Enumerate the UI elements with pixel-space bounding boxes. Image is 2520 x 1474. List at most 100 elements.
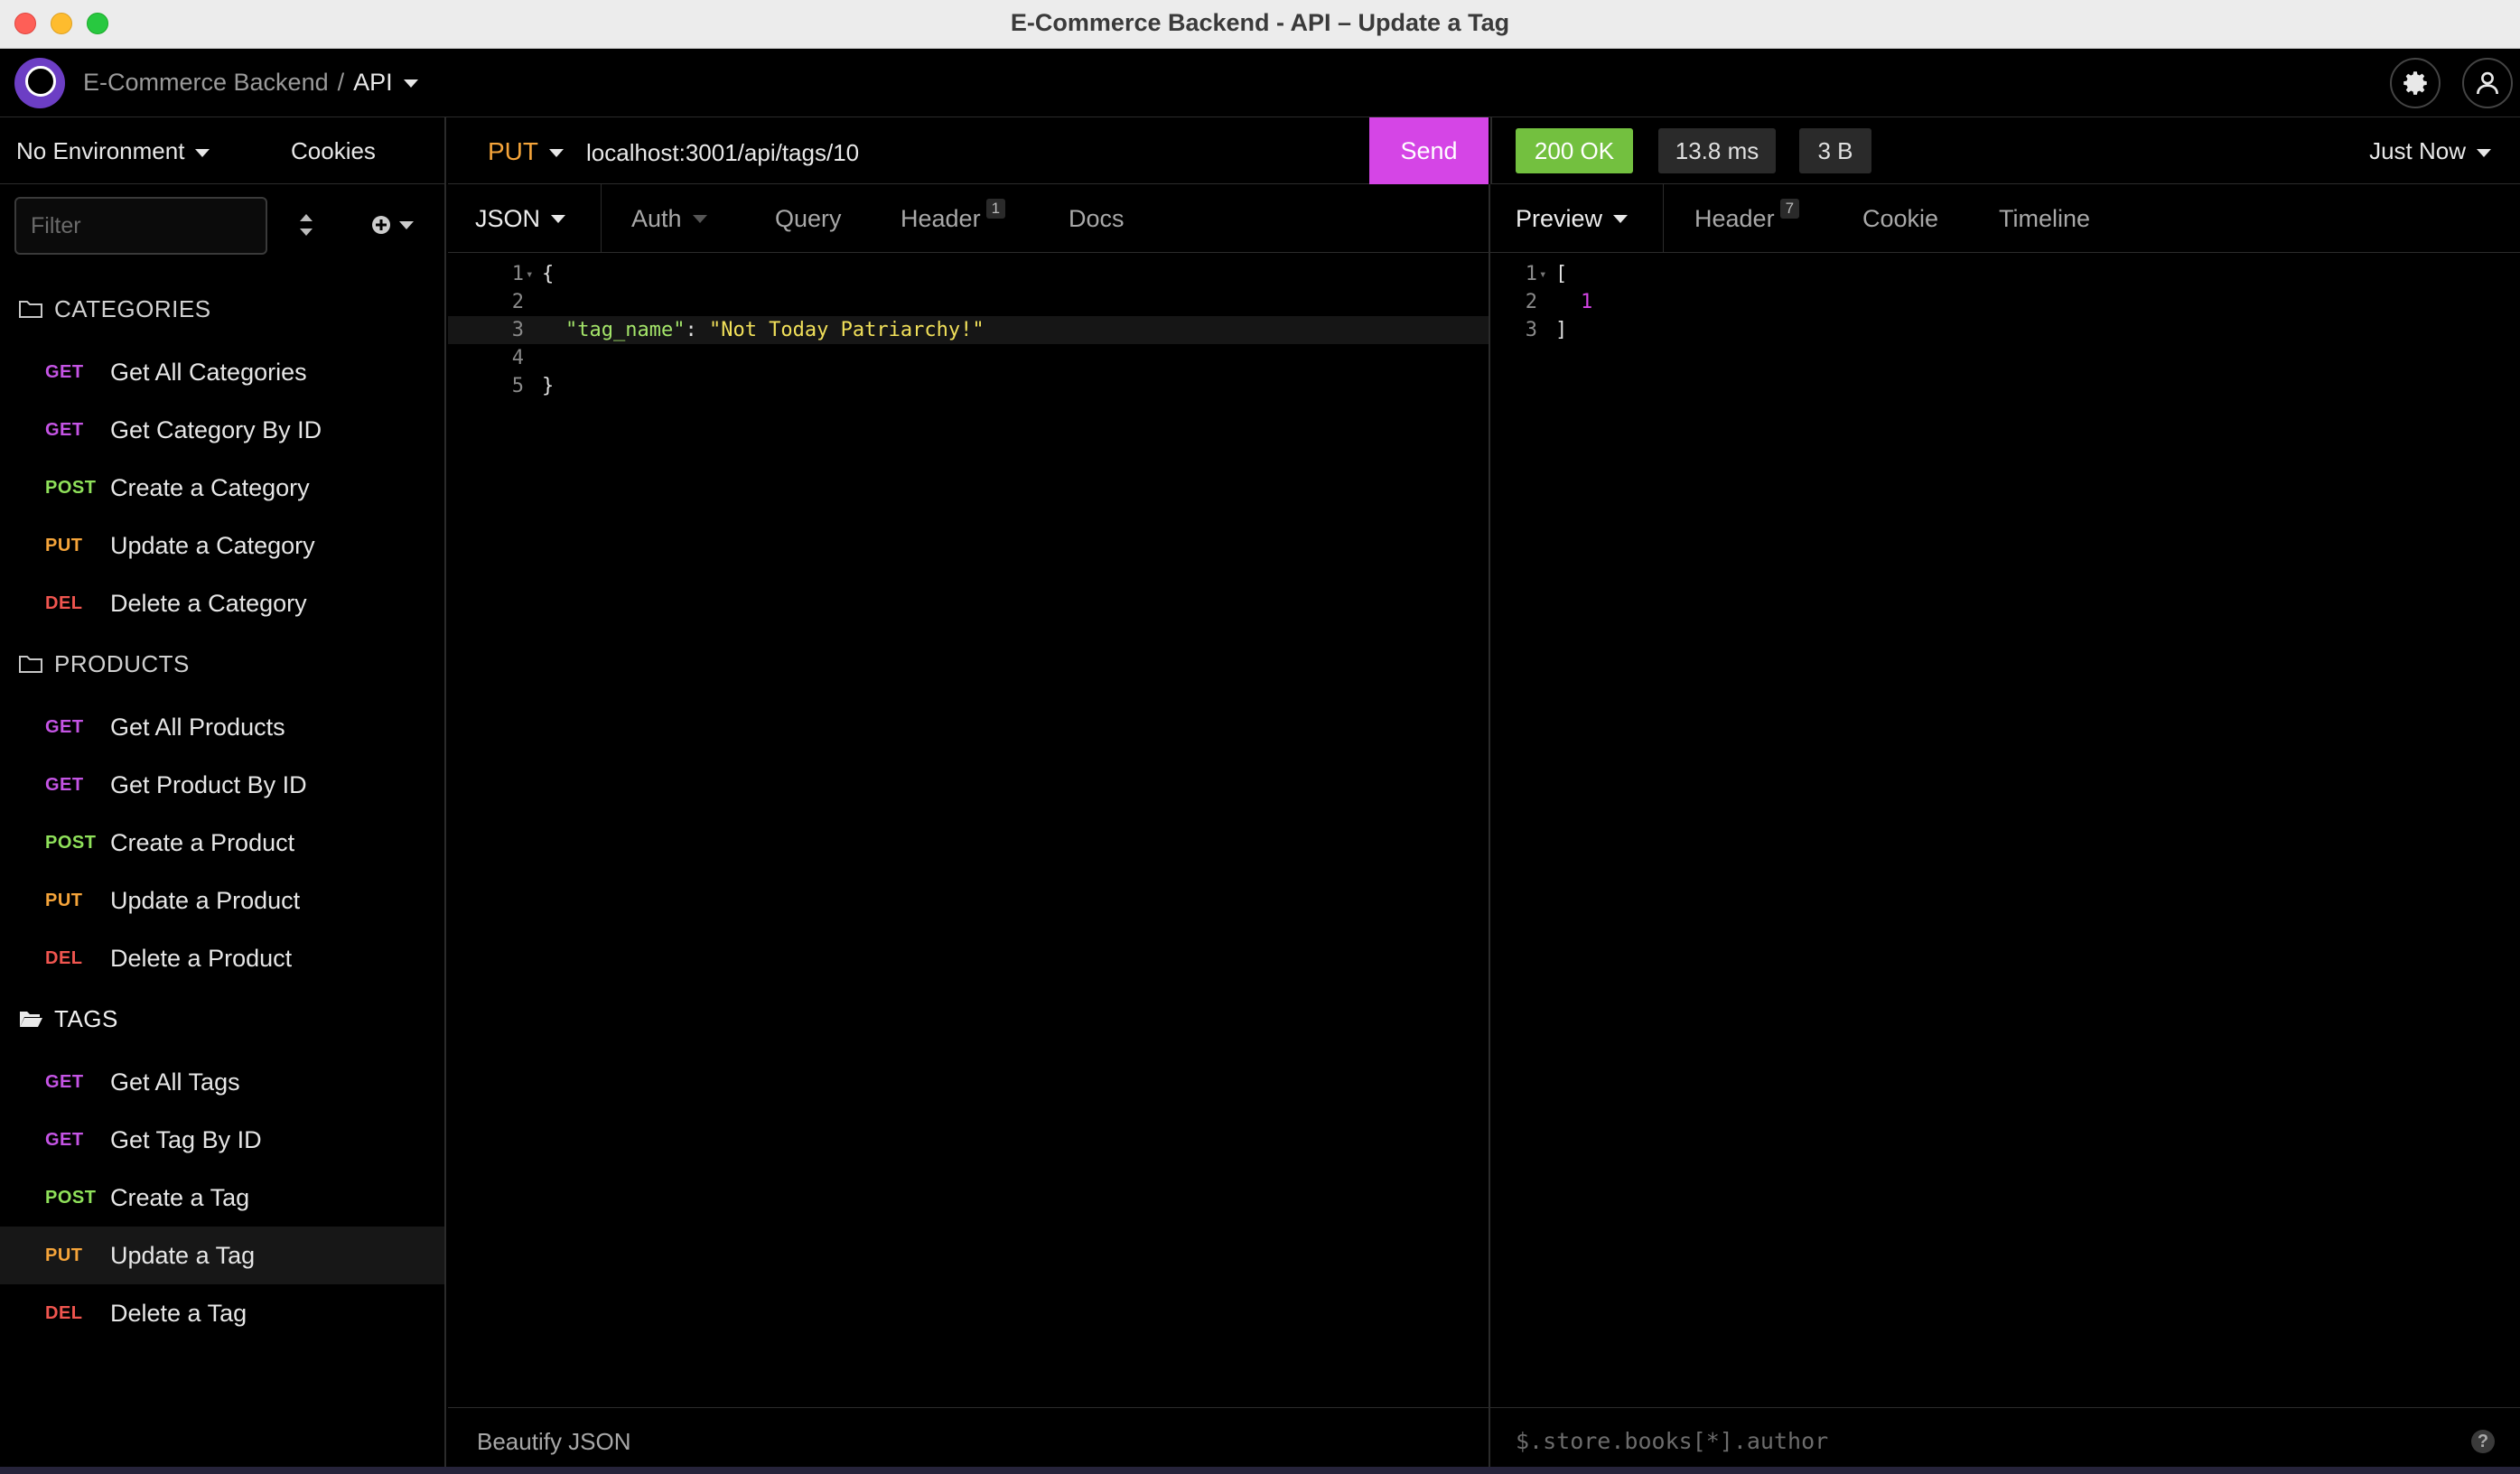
filter-row [0,184,446,275]
method-badge: DEL [45,592,83,613]
chevron-down-icon[interactable] [403,79,418,89]
tab-docs[interactable]: Docs [1069,184,1125,253]
method-badge: PUT [45,890,83,910]
tab-cookie[interactable]: Cookie [1862,184,1938,253]
method-badge: PUT [45,535,83,555]
chevron-down-icon [399,220,414,229]
request-name: Create a Product [110,828,295,856]
request-name: Get All Categories [110,358,307,386]
request-name: Delete a Product [110,944,293,972]
tab-header[interactable]: Header 1 [901,184,1006,253]
method-badge: PUT [45,1245,83,1265]
settings-button[interactable] [2390,58,2441,108]
send-button[interactable]: Send [1369,117,1489,184]
tab-label: Auth [631,204,682,232]
sidebar-request[interactable]: DEL Delete a Tag [0,1284,444,1342]
sidebar-filter-input[interactable] [14,197,267,255]
sidebar-request[interactable]: POST Create a Product [0,814,444,872]
sidebar-request[interactable]: GET Get All Products [0,698,444,756]
response-preview: 1 ▾[ 21 3] [1490,260,2520,1398]
breadcrumb-document[interactable]: API [353,69,393,96]
tab-query[interactable]: Query [775,184,842,253]
method-badge: GET [45,419,84,440]
method-badge: DEL [45,947,83,968]
sidebar-request[interactable]: DEL Delete a Category [0,574,444,632]
line-number: 3 [1525,319,1537,341]
sidebar-request[interactable]: DEL Delete a Product [0,929,444,987]
response-filter-input[interactable]: $.store.books[*].author [1516,1428,1828,1454]
response-bar: 200 OK 13.8 ms 3 B Just Now [1490,117,2520,184]
breadcrumb-project[interactable]: E-Commerce Backend [83,69,329,96]
code-line: 2 [448,288,1489,316]
add-request-button[interactable] [370,211,425,238]
chevron-down-icon [692,214,707,223]
tab-body[interactable]: JSON [448,184,602,253]
code-text: [ [1555,263,1568,285]
request-name: Create a Tag [110,1183,250,1211]
account-button[interactable] [2462,58,2513,108]
gear-icon [2403,71,2427,95]
sidebar-request[interactable]: POST Create a Tag [0,1169,444,1227]
sidebar-request[interactable]: GET Get All Categories [0,343,444,401]
method-badge: POST [45,1187,97,1208]
fold-icon[interactable]: ▾ [526,267,538,282]
sidebar-request-active[interactable]: PUT Update a Tag [0,1227,444,1284]
help-icon[interactable]: ? [2471,1430,2495,1453]
folder-products[interactable]: PRODUCTS [18,646,190,682]
folder-closed-icon [19,301,42,318]
code-line: 4 [448,344,1489,372]
tab-timeline[interactable]: Timeline [1999,184,2090,253]
app-logo-icon[interactable] [14,58,65,108]
tab-label: Header [1694,204,1775,232]
sidebar-request[interactable]: GET Get All Tags [0,1053,444,1111]
request-name: Update a Tag [110,1241,256,1269]
sort-button[interactable] [294,211,318,238]
method-badge: GET [45,1129,84,1150]
request-tabs: JSON Auth Query Header 1 Docs [448,184,1489,253]
sidebar-request[interactable]: GET Get Tag By ID [0,1111,444,1169]
sidebar-request[interactable]: PUT Update a Product [0,872,444,929]
request-name: Get All Products [110,713,285,741]
tab-auth[interactable]: Auth [631,184,707,253]
tab-response-header[interactable]: Header 7 [1694,184,1800,253]
line-number: 2 [511,291,524,313]
url-input[interactable]: localhost:3001/api/tags/10 [586,139,859,167]
window-titlebar: E-Commerce Backend - API – Update a Tag [0,0,2520,49]
code-line: 3] [1490,316,2520,344]
beautify-json-button[interactable]: Beautify JSON [477,1428,631,1456]
method-badge: DEL [45,1302,83,1323]
json-key: "tag_name" [565,319,686,341]
window-title: E-Commerce Backend - API – Update a Tag [1010,9,1510,36]
method-dropdown[interactable]: PUT [488,137,564,166]
folder-open-icon [20,1012,42,1027]
folder-tags[interactable]: TAGS [18,1001,118,1037]
request-body-editor[interactable]: 1 ▾ { 2 3 "tag_name": "Not Today Patriarchy… [448,260,1489,1398]
method-badge: GET [45,774,84,795]
response-time-badge: 13.8 ms [1658,128,1776,173]
app-header: E-Commerce Backend / API [0,49,2520,117]
tab-preview[interactable]: Preview [1490,184,1664,253]
request-name: Get Product By ID [110,770,307,798]
history-label: Just Now [2369,137,2466,164]
response-history-dropdown[interactable]: Just Now [2369,137,2491,165]
request-name: Create a Category [110,473,310,501]
method-badge: POST [45,832,97,853]
user-icon [2477,71,2498,95]
environment-dropdown[interactable]: No Environment [16,137,210,165]
method-badge: GET [45,716,84,737]
folder-categories[interactable]: CATEGORIES [18,291,211,327]
sidebar-request[interactable]: PUT Update a Category [0,517,444,574]
request-name: Get Tag By ID [110,1125,262,1153]
tab-label: Header [901,204,981,232]
code-text: { [542,263,555,285]
request-name: Update a Category [110,531,315,559]
cookies-button[interactable]: Cookies [291,137,376,165]
fold-icon[interactable]: ▾ [1539,267,1552,282]
request-name: Get Category By ID [110,415,322,443]
sidebar-request[interactable]: POST Create a Category [0,459,444,517]
code-line: 5} [448,372,1489,400]
sidebar: No Environment Cookies CATEGORIES GET Get… [0,117,446,1474]
sidebar-request[interactable]: GET Get Product By ID [0,756,444,814]
json-colon: : [685,319,709,341]
sidebar-request[interactable]: GET Get Category By ID [0,401,444,459]
